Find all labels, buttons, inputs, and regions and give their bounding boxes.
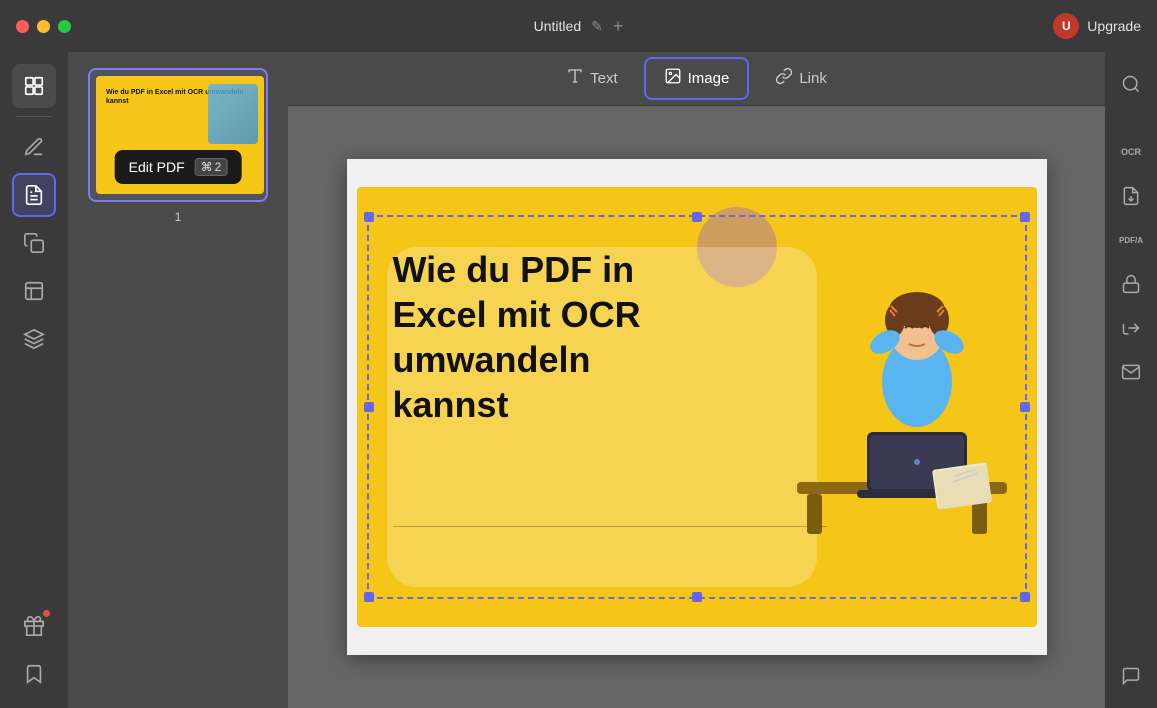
sidebar-item-pen[interactable] (12, 125, 56, 169)
right-sidebar: OCR PDF/A (1105, 52, 1157, 708)
right-icon-pdfa[interactable]: PDF/A (1111, 220, 1151, 260)
pdf-main-text: Wie du PDF in Excel mit OCR umwandeln ka… (393, 247, 641, 427)
text-tool-label: Text (590, 70, 618, 87)
left-sidebar (0, 52, 68, 708)
handle-middle-left[interactable] (364, 402, 374, 412)
image-tool-label: Image (688, 70, 730, 87)
person-illustration (777, 207, 1017, 607)
pdf-image-content: Wie du PDF in Excel mit OCR umwandeln ka… (357, 187, 1037, 627)
minimize-button[interactable] (37, 20, 50, 33)
text-tool-button[interactable]: Text (548, 59, 636, 98)
right-icon-search[interactable] (1111, 64, 1151, 104)
add-document-icon[interactable]: + (613, 16, 624, 37)
sidebar-item-layers[interactable] (12, 317, 56, 361)
link-tool-button[interactable]: Link (757, 59, 845, 98)
sidebar-item-view[interactable] (12, 64, 56, 108)
image-tool-icon (664, 67, 682, 90)
toolbar: Text Image (288, 52, 1105, 106)
handle-top-left[interactable] (364, 212, 374, 222)
link-tool-label: Link (799, 70, 827, 87)
page-number: 1 (88, 210, 268, 224)
handle-top-right[interactable] (1020, 212, 1030, 222)
text-tool-icon (566, 67, 584, 90)
image-tool-button[interactable]: Image (644, 57, 750, 100)
sidebar-item-gift[interactable] (12, 604, 56, 648)
content-area: Text Image (288, 52, 1105, 708)
user-avatar: U (1053, 13, 1079, 39)
handle-top-middle[interactable] (692, 212, 702, 222)
thumbnail-wrapper: Wie du PDF in Excel mit OCR umwandeln ka… (88, 68, 268, 224)
right-icon-extract[interactable] (1111, 176, 1151, 216)
link-tool-icon (775, 67, 793, 90)
sidebar-divider-1 (16, 116, 52, 117)
right-icon-share[interactable] (1111, 308, 1151, 348)
titlebar-center: Untitled ✎ + (534, 16, 624, 37)
edit-title-icon[interactable]: ✎ (591, 18, 603, 35)
right-icon-protect[interactable] (1111, 264, 1151, 304)
handle-middle-right[interactable] (1020, 402, 1030, 412)
thumb-person-illustration (208, 84, 258, 144)
handle-bottom-right[interactable] (1020, 592, 1030, 602)
notification-dot (43, 610, 50, 617)
close-button[interactable] (16, 20, 29, 33)
maximize-button[interactable] (58, 20, 71, 33)
upgrade-button[interactable]: Upgrade (1087, 18, 1141, 34)
window-controls (16, 20, 71, 33)
main-layout: Wie du PDF in Excel mit OCR umwandeln ka… (0, 52, 1157, 708)
handle-bottom-middle[interactable] (692, 592, 702, 602)
thumbnail-outer[interactable]: Wie du PDF in Excel mit OCR umwandeln ka… (88, 68, 268, 202)
sidebar-item-pages[interactable] (12, 269, 56, 313)
handle-bottom-left[interactable] (364, 592, 374, 602)
right-icon-email[interactable] (1111, 352, 1151, 392)
titlebar-right: U Upgrade (1053, 13, 1141, 39)
sidebar-item-copy[interactable] (12, 221, 56, 265)
pdf-page: Wie du PDF in Excel mit OCR umwandeln ka… (347, 159, 1047, 655)
sidebar-item-bookmark[interactable] (12, 652, 56, 696)
divider-line (393, 526, 827, 527)
canvas-area[interactable]: Wie du PDF in Excel mit OCR umwandeln ka… (288, 106, 1105, 708)
right-icon-chat[interactable] (1111, 656, 1151, 696)
document-title: Untitled (534, 18, 581, 34)
titlebar: Untitled ✎ + U Upgrade (0, 0, 1157, 52)
sidebar-item-edit-pdf[interactable] (12, 173, 56, 217)
thumbnail-panel: Wie du PDF in Excel mit OCR umwandeln ka… (68, 52, 288, 708)
right-icon-ocr[interactable]: OCR (1111, 132, 1151, 172)
thumbnail-image: Wie du PDF in Excel mit OCR umwandeln ka… (96, 76, 264, 194)
